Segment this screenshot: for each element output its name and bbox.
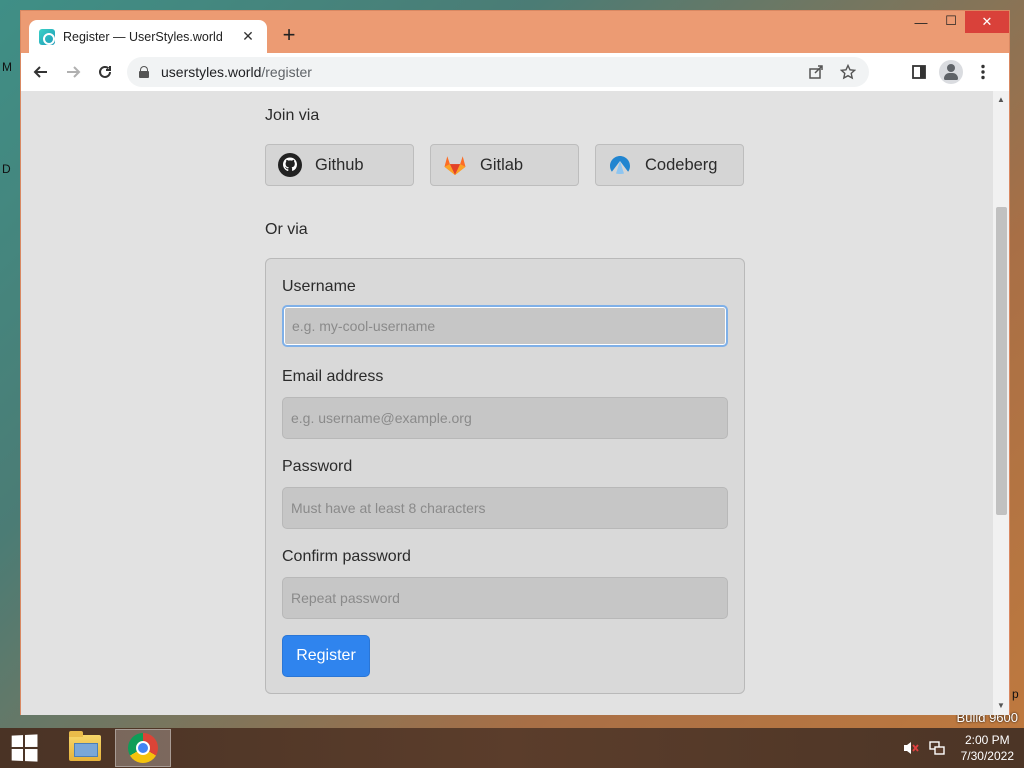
chrome-taskbar-button[interactable] — [115, 729, 171, 767]
password-label: Password — [282, 458, 353, 475]
email-label: Email address — [282, 368, 384, 385]
email-input[interactable] — [282, 397, 728, 439]
join-via-heading: Join via — [265, 107, 320, 124]
reload-icon — [99, 65, 111, 78]
username-label: Username — [282, 278, 356, 295]
file-explorer-icon — [69, 731, 101, 761]
oauth-buttons: Github Gitlab Codeberg — [265, 144, 744, 186]
windows-logo-icon — [11, 734, 38, 762]
register-form: Username Email address Password Confirm … — [265, 258, 745, 694]
register-button[interactable]: Register — [282, 635, 370, 677]
windows-taskbar: 2:00 PM 7/30/2022 — [0, 728, 1024, 768]
codeberg-oauth-button[interactable]: Codeberg — [595, 144, 744, 186]
system-tray: 2:00 PM 7/30/2022 — [901, 728, 1024, 768]
profile-button[interactable] — [937, 58, 965, 86]
start-button[interactable] — [0, 728, 48, 768]
clock-time: 2:00 PM — [964, 733, 1010, 747]
password-input[interactable] — [282, 487, 728, 529]
url-path: /register — [261, 64, 312, 80]
share-icon[interactable] — [803, 61, 829, 83]
system-clock[interactable]: 2:00 PM 7/30/2022 — [961, 732, 1014, 764]
browser-toolbar: userstyles.world/register — [21, 53, 1009, 91]
close-window-button[interactable]: ✕ — [965, 11, 1009, 33]
bookmark-star-icon[interactable] — [835, 61, 861, 83]
userstyles-favicon-icon — [39, 28, 55, 45]
address-bar[interactable]: userstyles.world/register — [127, 57, 869, 87]
github-icon — [278, 153, 302, 177]
minimize-button[interactable]: — — [907, 15, 935, 35]
network-icon[interactable] — [927, 738, 947, 758]
back-arrow-icon — [33, 66, 47, 78]
browser-window: Register — UserStyles.world ✕ + — ☐ ✕ us… — [20, 10, 1010, 715]
clock-date: 7/30/2022 — [960, 749, 1014, 763]
scroll-down-arrow-icon[interactable]: ▼ — [993, 699, 1009, 713]
scrollbar-thumb[interactable] — [996, 207, 1007, 515]
codeberg-icon — [610, 156, 630, 175]
scroll-up-arrow-icon[interactable]: ▲ — [993, 93, 1009, 107]
lock-icon — [139, 66, 149, 78]
volume-muted-icon[interactable] — [901, 738, 921, 758]
gitlab-label: Gitlab — [480, 155, 524, 174]
side-panel-icon[interactable] — [905, 58, 933, 86]
forward-arrow-icon — [67, 66, 81, 78]
tab-title: Register — UserStyles.world — [63, 29, 223, 44]
page-scrollbar[interactable]: ▲ ▼ — [993, 91, 1009, 715]
codeberg-label: Codeberg — [645, 155, 718, 174]
maximize-button[interactable]: ☐ — [937, 13, 965, 33]
username-input[interactable] — [282, 305, 728, 347]
back-button[interactable] — [25, 56, 57, 88]
github-oauth-button[interactable]: Github — [265, 144, 414, 186]
profile-avatar-icon — [939, 60, 963, 84]
gitlab-oauth-button[interactable]: Gitlab — [430, 144, 579, 186]
new-tab-button[interactable]: + — [277, 24, 301, 46]
title-bar: Register — UserStyles.world ✕ + — ☐ ✕ — [21, 11, 1009, 53]
confirm-password-input[interactable] — [282, 577, 728, 619]
page-viewport: Join via Github Gitlab Codeberg Or via U… — [21, 91, 1009, 715]
confirm-password-label: Confirm password — [282, 548, 411, 565]
desktop-edge-text: M — [2, 60, 12, 74]
desktop-edge-text: D — [2, 162, 11, 176]
browser-tab[interactable]: Register — UserStyles.world ✕ — [29, 20, 267, 53]
forward-button[interactable] — [57, 56, 89, 88]
github-label: Github — [315, 155, 364, 174]
file-explorer-taskbar-button[interactable] — [57, 729, 113, 767]
reload-button[interactable] — [89, 56, 121, 88]
chrome-icon — [128, 733, 158, 763]
url-host: userstyles.world — [161, 64, 262, 80]
gitlab-icon — [444, 156, 466, 175]
desktop-edge-text: p — [1012, 687, 1019, 701]
menu-kebab-icon[interactable] — [969, 58, 997, 86]
or-via-heading: Or via — [265, 221, 308, 238]
tab-close-icon[interactable]: ✕ — [239, 28, 257, 45]
